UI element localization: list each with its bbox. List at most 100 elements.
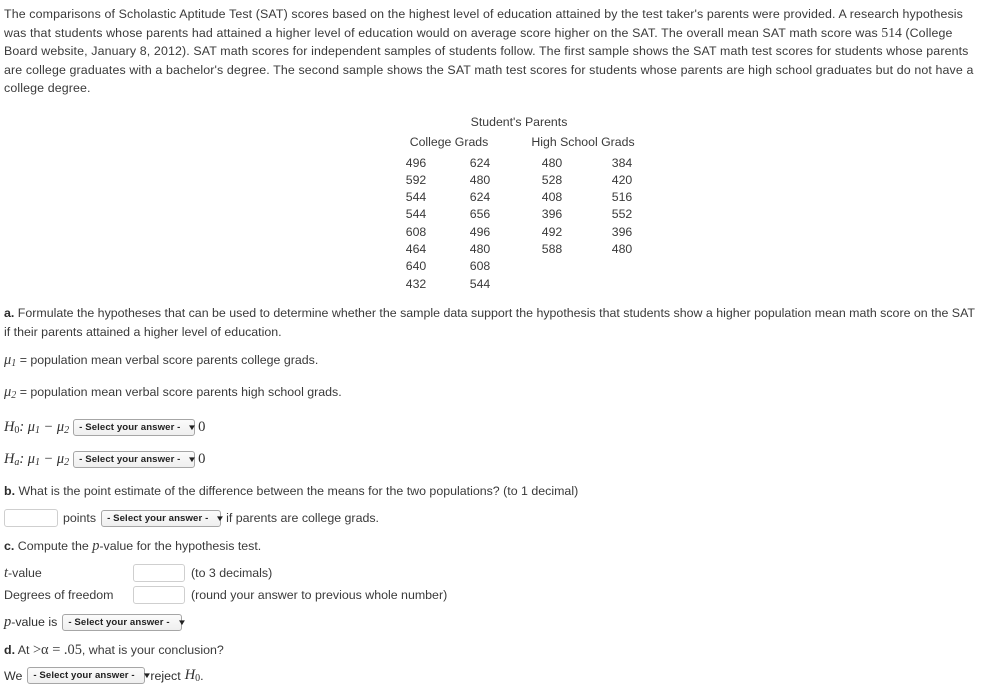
point-estimate-tail-text: if parents are college grads. xyxy=(226,511,379,526)
ha-mu2-subscript: 2 xyxy=(64,457,70,469)
ha-minus-mu2: − μ xyxy=(40,450,65,467)
question-c-label: c. xyxy=(4,539,15,554)
chevron-down-icon: ▼ xyxy=(187,423,198,432)
h0-minus-mu2: − μ xyxy=(40,418,65,435)
chevron-down-icon: ▼ xyxy=(215,513,226,523)
p-value-select[interactable]: - Select your answer - ▼ xyxy=(62,613,187,631)
table-cell xyxy=(591,276,653,293)
table-row: 432 544 xyxy=(385,276,653,293)
table-row: 464 480 588 480 xyxy=(385,241,653,258)
question-d-text-post: , what is your conclusion? xyxy=(81,642,224,657)
table-cell: 480 xyxy=(611,242,633,257)
table-cell: 420 xyxy=(611,172,633,187)
table-cell: 624 xyxy=(469,190,491,205)
table-cell: 516 xyxy=(611,190,633,205)
null-hypothesis-expression: H0: μ1 − μ2 xyxy=(4,419,69,436)
table-cell: 480 xyxy=(469,242,491,257)
p-italic-symbol: p xyxy=(4,613,12,630)
chevron-down-icon: ▼ xyxy=(176,617,187,627)
we-label: We xyxy=(4,668,23,683)
degrees-of-freedom-note: (round your answer to previous whole num… xyxy=(191,587,448,602)
mu2-definition-text: = population mean verbal score parents h… xyxy=(19,385,342,400)
direction-select[interactable]: - Select your answer - ▼ xyxy=(101,509,225,527)
alternative-hypothesis-select-label: - Select your answer - xyxy=(79,454,181,465)
table-cell: 384 xyxy=(611,155,633,170)
conclusion-period: . xyxy=(200,668,204,683)
question-a: a. Formulate the hypotheses that can be … xyxy=(4,304,975,341)
p-value-row: p-value is - Select your answer - ▼ xyxy=(4,613,975,631)
t-value-input[interactable] xyxy=(133,564,185,583)
question-c-text-pre: Compute the xyxy=(17,539,93,554)
chevron-down-icon: ▼ xyxy=(187,455,198,464)
table-cell: 608 xyxy=(469,259,491,274)
table-header-row: College Grads High School Grads xyxy=(385,134,653,154)
chevron-down-icon: ▼ xyxy=(141,671,152,681)
table-cell: 608 xyxy=(405,224,427,239)
table-row: 592 480 528 420 xyxy=(385,172,653,189)
scores-table-wrapper: Student's Parents College Grads High Sch… xyxy=(4,114,975,293)
table-cell: 544 xyxy=(469,276,491,291)
reject-label: reject xyxy=(150,668,181,683)
table-cell: 480 xyxy=(469,172,491,187)
intro-text-part1: The comparisons of Scholastic Aptitude T… xyxy=(4,7,964,40)
overall-mean-score: 514 xyxy=(881,24,902,40)
table-row: 640 608 xyxy=(385,258,653,275)
table-cell xyxy=(513,276,591,293)
column-header-high-school-grads: High School Grads xyxy=(531,135,635,150)
alternative-hypothesis-zero: 0 xyxy=(198,451,206,467)
table-cell: 492 xyxy=(541,224,563,239)
mu1-subscript: 1 xyxy=(11,358,17,370)
table-cell: 396 xyxy=(541,207,563,222)
mu2-definition: μ2 = population mean verbal score parent… xyxy=(4,383,975,405)
table-row: 496 624 480 384 xyxy=(385,155,653,172)
sat-scores-table: Student's Parents College Grads High Sch… xyxy=(385,114,653,293)
question-c: c. Compute the p-value for the hypothesi… xyxy=(4,537,975,556)
table-cell: 656 xyxy=(469,207,491,222)
t-value-note: (to 3 decimals) xyxy=(191,565,273,580)
null-hypothesis-select-label: - Select your answer - xyxy=(79,422,181,433)
table-cell: 624 xyxy=(469,155,491,170)
t-value-row: t-value (to 3 decimals) xyxy=(4,564,447,586)
h0-mu2-subscript: 2 xyxy=(64,425,70,437)
test-statistic-grid: t-value (to 3 decimals) Degrees of freed… xyxy=(4,564,447,608)
t-value-label: t-value xyxy=(4,564,133,586)
exercise-page: The comparisons of Scholastic Aptitude T… xyxy=(0,0,983,684)
h0-symbol: H xyxy=(4,418,15,435)
table-group-title-row: Student's Parents xyxy=(385,114,653,134)
ha-symbol: H xyxy=(4,450,15,467)
null-hypothesis-select[interactable]: - Select your answer - ▼ xyxy=(73,419,198,436)
point-estimate-input[interactable] xyxy=(4,509,58,528)
conclusion-select[interactable]: - Select your answer - ▼ xyxy=(27,667,152,684)
degrees-of-freedom-input[interactable] xyxy=(133,586,185,605)
p-value-label: p-value is xyxy=(4,614,57,631)
table-row: 608 496 492 396 xyxy=(385,224,653,241)
intro-paragraph: The comparisons of Scholastic Aptitude T… xyxy=(4,5,975,98)
direction-select-label: - Select your answer - xyxy=(107,512,209,524)
conclusion-row: We - Select your answer - ▼ reject H0 . xyxy=(4,667,975,684)
table-cell: 592 xyxy=(405,172,427,187)
table-cell: 480 xyxy=(541,155,563,170)
table-cell: 408 xyxy=(541,190,563,205)
table-row: 544 624 408 516 xyxy=(385,189,653,206)
t-value-label-text: -value xyxy=(8,565,42,580)
table-cell: 544 xyxy=(405,190,427,205)
mu1-definition-text: = population mean verbal score parents c… xyxy=(19,353,319,368)
question-a-text: Formulate the hypotheses that can be use… xyxy=(4,305,975,339)
mu2-subscript: 2 xyxy=(11,390,17,402)
alpha-level-math: >α = .05 xyxy=(32,641,82,658)
null-hypothesis-zero: 0 xyxy=(198,419,206,435)
alternative-hypothesis-row: Ha: μ1 − μ2 - Select your answer - ▼ 0 xyxy=(4,450,975,470)
table-cell: 496 xyxy=(469,224,491,239)
table-cell: 432 xyxy=(405,276,427,291)
question-b-text: What is the point estimate of the differ… xyxy=(18,483,579,498)
alternative-hypothesis-select[interactable]: - Select your answer - ▼ xyxy=(73,451,198,468)
question-d: d. At >α = .05, what is your conclusion? xyxy=(4,641,975,660)
table-row: 544 656 396 552 xyxy=(385,206,653,223)
point-estimate-row: points - Select your answer - ▼ if parent… xyxy=(4,509,975,528)
group-title: Student's Parents xyxy=(470,114,568,129)
table-cell: 640 xyxy=(405,259,427,274)
t-value-field-cell xyxy=(133,564,191,586)
degrees-of-freedom-label: Degrees of freedom xyxy=(4,587,114,602)
points-label: points xyxy=(63,511,97,526)
question-d-text-pre: At xyxy=(17,642,33,657)
